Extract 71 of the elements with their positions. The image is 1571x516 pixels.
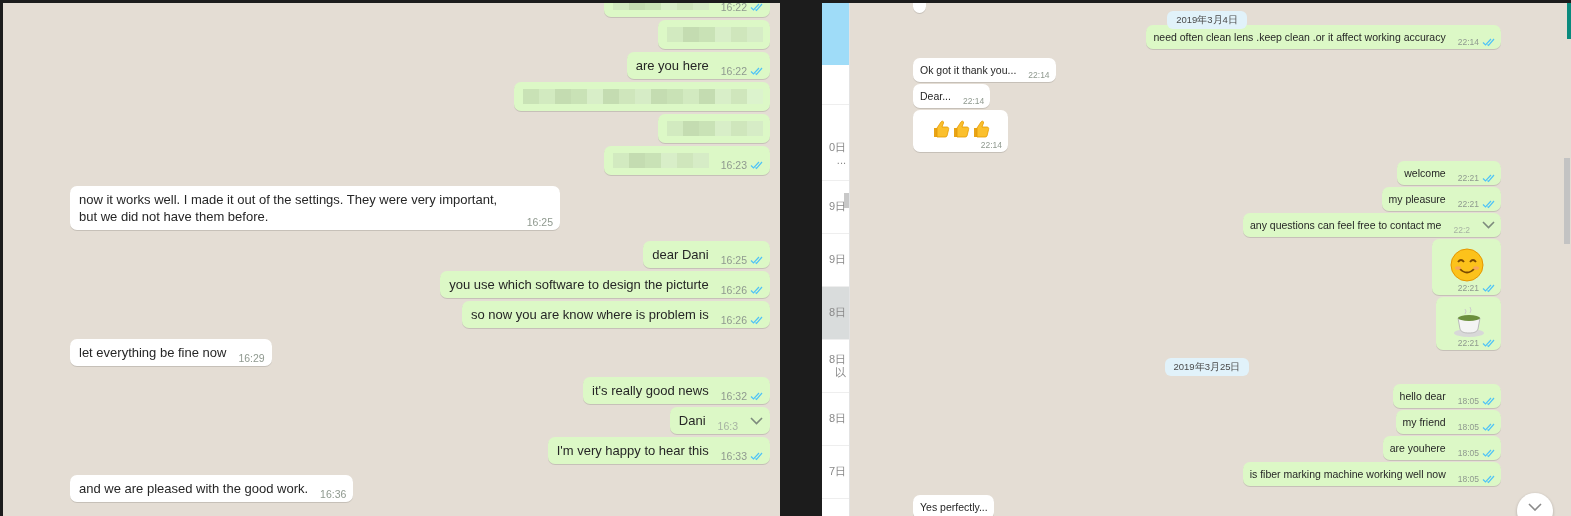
chat-list-item[interactable]: 8日 以 [822,340,849,393]
message-time: 16:22 [720,3,747,13]
message-text: my pleasure [1388,192,1446,206]
chat-preview: ... [836,154,846,168]
message-text: need often clean lens .keep clean .or it affect working accuracy [1153,30,1446,44]
scrollbar-thumb[interactable] [1564,158,1570,244]
message-text: is fiber marking machine working well now [1249,467,1446,481]
message-text: let everything be fine now [79,344,227,361]
chat-list-item[interactable]: 8日 [822,287,849,340]
message-time: 16:25 [720,254,747,266]
message-text: Ok got it thank you... [920,63,1017,77]
message-time: 22:14 [1028,70,1050,80]
chat-preview: 以 [835,366,846,380]
chat-list-item[interactable]: 7日 [822,446,849,499]
chat-date: 8日 [828,412,846,426]
message-text: Dear... [920,89,951,103]
message-time: 22:14 [962,96,985,106]
message-text: so now you are know where is problem is [471,306,709,323]
message-text: any questions can feel free to contact me [1250,218,1442,232]
chat-date: 9日 [828,200,846,214]
message-time: 16:32 [720,390,747,402]
chat-date: 9日 [828,253,846,267]
chevron-down-icon[interactable] [1482,221,1495,229]
chevron-down-icon [1528,503,1542,511]
message-text: I'm very happy to hear this [556,442,709,459]
chat-list-item[interactable]: 8日 [822,393,849,446]
date-label: 2019年3月4日 [1167,11,1247,29]
message-time: 22:21 [1457,283,1479,293]
message-time: 16:25 [526,216,553,228]
message-time: 22:2 [1453,225,1470,235]
message-text: Yes perfectly... [920,500,988,514]
message-time: 16:26 [720,314,747,326]
message-time: 16:3 [717,420,738,432]
message-time: 16:23 [720,159,747,171]
message-text: and we are pleased with the good work. [79,480,309,497]
chat-date: 7日 [828,465,846,479]
message-text: Dani [678,412,706,429]
chat-date: 8日 [828,352,846,366]
message-time: 16:26 [720,284,747,296]
message-time: 22:21 [1457,199,1479,209]
message-text: dear Dani [652,246,709,263]
message-time: 22:14 [980,140,1002,150]
teacup-icon [1453,305,1485,338]
chevron-down-icon[interactable] [750,416,763,425]
message-time: 16:36 [320,488,347,500]
message-time: 22:14 [1457,37,1479,47]
header-bar [822,3,849,65]
message-time: 16:29 [238,352,265,364]
message-text: welcome [1404,166,1446,180]
message-time: 16:33 [720,450,747,462]
message-time: 22:21 [1457,173,1479,183]
message-text: it's really good news [592,382,709,399]
message-time: 18:05 [1457,422,1479,432]
message-time: 18:05 [1457,448,1479,458]
message-time: 22:21 [1457,338,1479,348]
message-text: are youhere [1389,441,1446,455]
message-time: 16:22 [720,65,747,77]
smiley-icon [1449,247,1485,283]
date-label: 2019年3月25日 [1164,358,1250,376]
message-time: 18:05 [1457,474,1479,484]
chat-date: 0日 [828,140,846,154]
message-text: my friend [1402,415,1446,429]
message-text: are you here [635,57,709,74]
chat-date: 8日 [828,306,846,320]
message-text: hello dear [1399,389,1446,403]
scrollbar-accent [1567,3,1571,39]
message-time: 18:05 [1457,396,1479,406]
message-text: you use which software to design the picturte [449,276,709,293]
chat-list-item[interactable]: 0日 ... [822,128,849,181]
message-text: now it works well. I made it out of the settings. They were very important, but we did not have them before. [79,191,499,225]
scrollbar-thumb[interactable] [844,193,849,208]
